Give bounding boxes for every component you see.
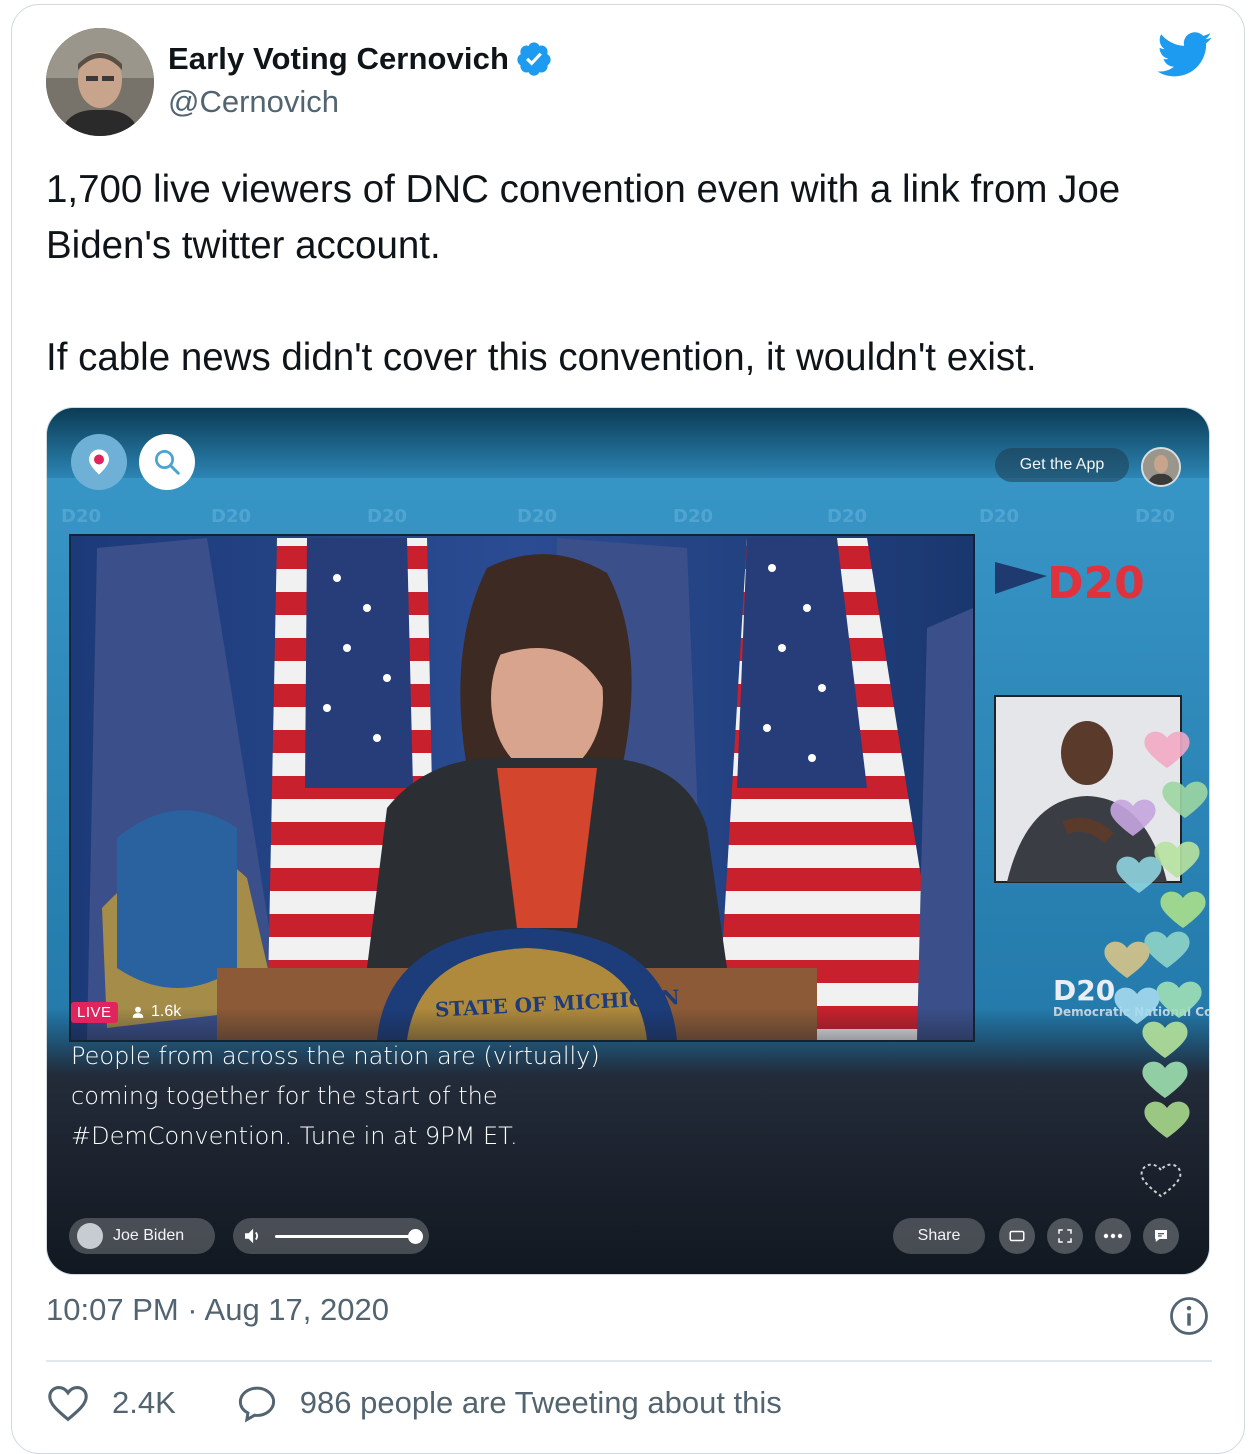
- svg-text:D20: D20: [827, 506, 867, 527]
- viewer-count: 1.6k: [131, 1003, 181, 1021]
- broadcaster-name: Joe Biden: [113, 1227, 185, 1244]
- user-icon: [132, 1006, 144, 1018]
- svg-text:D20: D20: [517, 506, 557, 527]
- volume-slider-fill: [275, 1234, 415, 1238]
- more-icon: [1103, 1233, 1123, 1239]
- volume-slider-track[interactable]: [275, 1228, 423, 1244]
- viewer-count-value: 1.6k: [151, 1003, 182, 1020]
- author-handle[interactable]: @Cernovich: [168, 84, 339, 120]
- search-button[interactable]: [139, 434, 195, 490]
- tweet-text: 1,700 live viewers of DNC convention eve…: [46, 162, 1196, 386]
- verified-badge-icon: [517, 42, 551, 76]
- chat-icon: [1155, 1230, 1167, 1242]
- fullscreen-icon: [1058, 1229, 1072, 1243]
- svg-text:D20: D20: [673, 506, 713, 527]
- info-icon[interactable]: [1168, 1295, 1210, 1337]
- theater-mode-icon: [1009, 1230, 1025, 1242]
- broadcaster-avatar: [77, 1223, 103, 1249]
- svg-text:D20: D20: [61, 506, 101, 527]
- live-badge: LIVE: [71, 1002, 118, 1023]
- author-name-row: Early Voting Cernovich: [168, 40, 553, 78]
- get-the-app-button[interactable]: Get the App: [995, 448, 1129, 482]
- reply-bubble-icon: [238, 1386, 275, 1423]
- video-player[interactable]: D20 D20 D20 D20 D20 D20 D20 D20 STATE OF MICH…: [46, 407, 1210, 1275]
- volume-icon: [245, 1228, 259, 1244]
- broadcaster-avatar-top[interactable]: [1141, 447, 1181, 487]
- twitter-bird-icon[interactable]: [1157, 32, 1213, 78]
- fullscreen-button[interactable]: [1047, 1218, 1083, 1254]
- svg-text:D20: D20: [367, 506, 407, 527]
- svg-text:D20: D20: [979, 506, 1019, 527]
- volume-control[interactable]: [233, 1218, 429, 1254]
- search-icon: [155, 450, 180, 475]
- conversation-action[interactable]: 986 people are Tweeting about this: [236, 1383, 782, 1423]
- conversation-text: 986 people are Tweeting about this: [299, 1385, 782, 1420]
- periscope-icon: [89, 449, 109, 475]
- author-avatar[interactable]: [46, 28, 154, 136]
- like-count: 2.4K: [112, 1385, 176, 1420]
- volume-slider-handle[interactable]: [408, 1228, 423, 1244]
- divider: [46, 1360, 1212, 1362]
- svg-text:D20: D20: [1135, 506, 1175, 527]
- tweet-paragraph-2: If cable news didn't cover this conventi…: [46, 336, 1037, 379]
- svg-text:D20: D20: [211, 506, 251, 527]
- author-name[interactable]: Early Voting Cernovich: [168, 41, 509, 77]
- d20-logo-text: D20: [1047, 558, 1145, 609]
- tweet-paragraph-1: 1,700 live viewers of DNC convention eve…: [46, 168, 1121, 267]
- periscope-button[interactable]: [71, 434, 127, 490]
- like-action[interactable]: 2.4K: [46, 1383, 176, 1423]
- broadcaster-pill[interactable]: Joe Biden: [69, 1218, 215, 1254]
- tweet-timestamp[interactable]: 10:07 PM · Aug 17, 2020: [46, 1292, 389, 1328]
- broadcast-caption: People from across the nation are (virtu…: [71, 1042, 600, 1150]
- share-button[interactable]: Share: [893, 1218, 985, 1254]
- more-options-button[interactable]: [1095, 1218, 1131, 1254]
- chat-button[interactable]: [1143, 1218, 1179, 1254]
- d20-small-logo: D20: [1053, 974, 1115, 1007]
- theater-mode-button[interactable]: [999, 1218, 1035, 1254]
- heart-icon: [48, 1385, 88, 1422]
- engagement-bar: 2.4K 986 people are Tweeting about this: [46, 1383, 782, 1423]
